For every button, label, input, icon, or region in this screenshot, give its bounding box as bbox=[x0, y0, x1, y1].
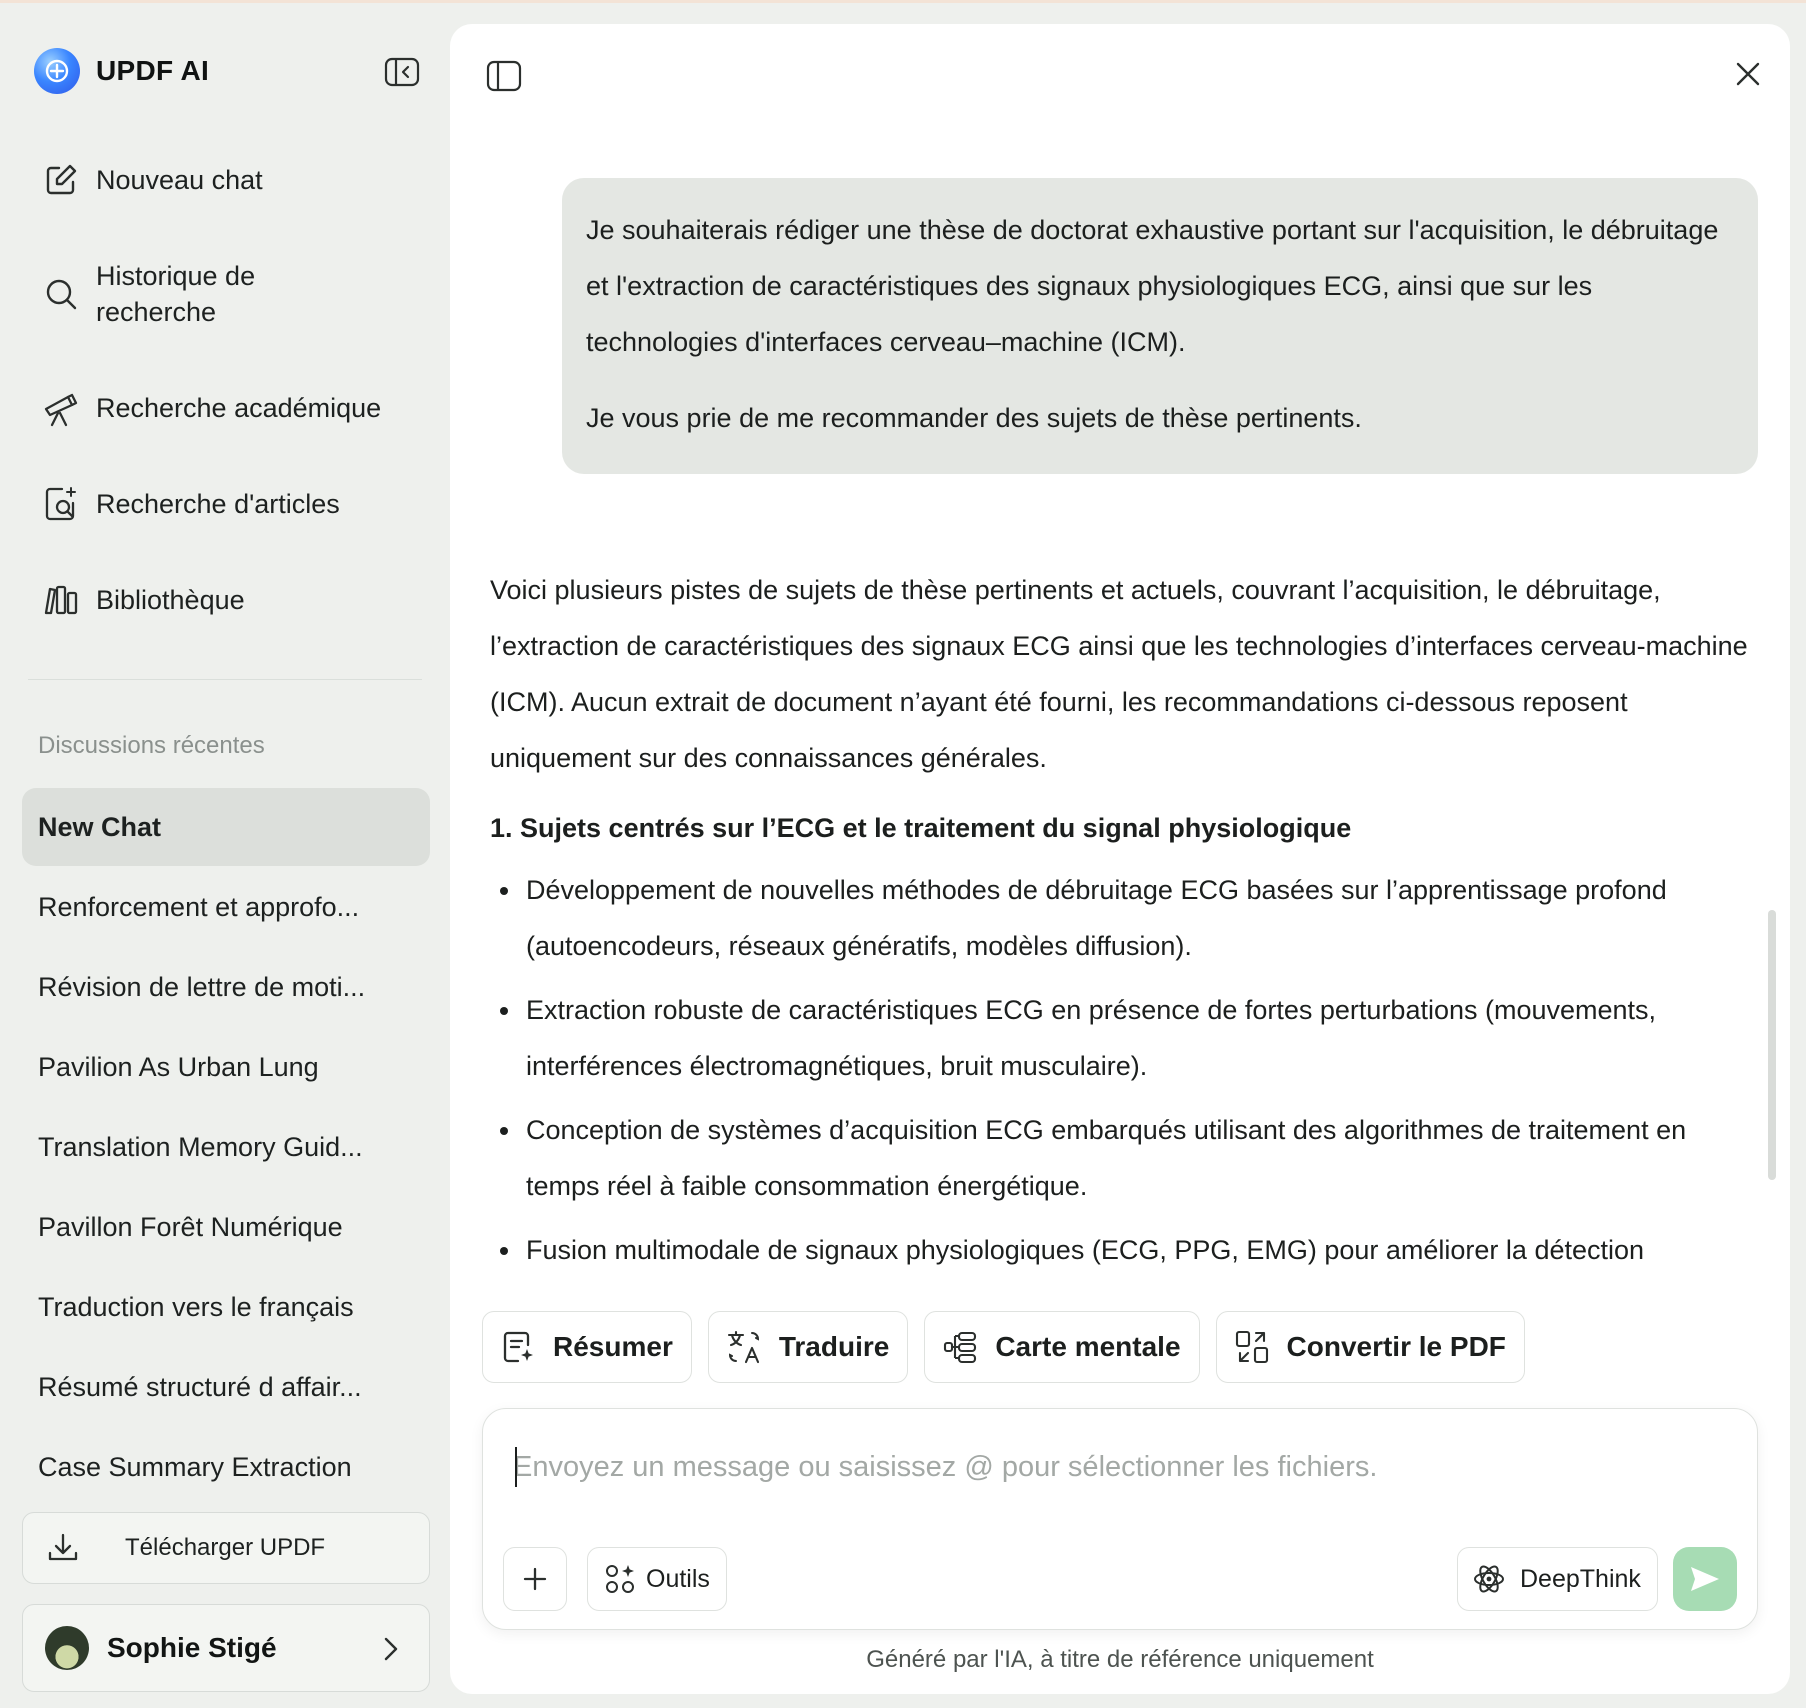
nav-article-search[interactable]: Recherche d'articles bbox=[42, 485, 340, 523]
chip-label: Convertir le PDF bbox=[1286, 1331, 1506, 1362]
document-search-icon bbox=[42, 485, 80, 523]
nav-label: Recherche académique bbox=[96, 393, 382, 423]
nav-search-history[interactable]: Historique de recherche bbox=[42, 258, 255, 330]
app-window: UPDF AI Nouveau chat Historique de reche… bbox=[0, 0, 1806, 1708]
recent-chat-item[interactable]: Translation Memory Guid... bbox=[22, 1108, 430, 1186]
download-updf-button[interactable]: Télécharger UPDF bbox=[22, 1512, 430, 1584]
mindmap-button[interactable]: Carte mentale bbox=[924, 1311, 1200, 1383]
recent-chat-item[interactable]: Résumé structuré d affair... bbox=[22, 1348, 430, 1426]
user-message-bubble: Je souhaiterais rédiger une thèse de doc… bbox=[562, 178, 1758, 474]
recent-chat-item[interactable]: Case Summary Extraction bbox=[22, 1428, 430, 1506]
user-message-paragraph: Je vous prie de me recommander des sujet… bbox=[586, 403, 1362, 433]
sidebar-toggle-icon bbox=[486, 60, 522, 92]
answer-bullet: Développement de nouvelles méthodes de d… bbox=[490, 862, 1760, 974]
answer-heading: 1. Sujets centrés sur l’ECG et le traite… bbox=[490, 813, 1352, 843]
send-button[interactable] bbox=[1673, 1547, 1737, 1611]
chat-panel: Je souhaiterais rédiger une thèse de doc… bbox=[450, 24, 1790, 1694]
nav-label: Nouveau chat bbox=[96, 165, 263, 195]
answer-bullet: Fusion multimodale de signaux physiologi… bbox=[490, 1222, 1760, 1278]
chat-scrollbar[interactable] bbox=[1768, 910, 1776, 1180]
answer-bullet: Extraction robuste de caractéristiques E… bbox=[490, 982, 1760, 1094]
download-label: Télécharger UPDF bbox=[125, 1534, 326, 1561]
nav-label-multiline: Historique de recherche bbox=[96, 258, 255, 330]
user-name: Sophie Stigé bbox=[107, 1632, 277, 1663]
recent-chat-item[interactable]: New Chat bbox=[22, 788, 430, 866]
ai-disclaimer: Généré par l'IA, à titre de référence un… bbox=[866, 1646, 1374, 1673]
answer-intro: Voici plusieurs pistes de sujets de thès… bbox=[490, 575, 1748, 773]
chip-label: Carte mentale bbox=[995, 1331, 1181, 1362]
nav-label: Recherche d'articles bbox=[96, 489, 340, 519]
atom-icon bbox=[1472, 1562, 1506, 1596]
send-icon bbox=[1691, 1567, 1719, 1591]
assistant-answer: Voici plusieurs pistes de sujets de thès… bbox=[490, 562, 1760, 1286]
convert-pdf-button[interactable]: Convertir le PDF bbox=[1215, 1311, 1525, 1383]
app-name: UPDF AI bbox=[96, 55, 210, 86]
chip-label: Traduire bbox=[778, 1331, 890, 1362]
mindmap-icon bbox=[941, 1328, 979, 1366]
message-composer: Outils DeepThink bbox=[482, 1408, 1758, 1630]
recent-chat-item[interactable]: Pavillon Forêt Numérique bbox=[22, 1188, 430, 1266]
quick-actions: Résumer Traduire Carte mentale Convertir… bbox=[482, 1311, 1525, 1383]
recent-chat-item[interactable]: Pavilion As Urban Lung bbox=[22, 1028, 430, 1106]
plus-icon bbox=[523, 1567, 547, 1591]
chevron-right-icon bbox=[379, 1635, 403, 1663]
recent-chat-item[interactable]: Traduction vers le français bbox=[22, 1268, 430, 1346]
user-profile-card[interactable]: Sophie Stigé bbox=[22, 1604, 430, 1692]
attach-button[interactable] bbox=[503, 1547, 567, 1611]
nav-label-line: Historique de bbox=[96, 261, 256, 291]
deepthink-label: DeepThink bbox=[1520, 1564, 1641, 1593]
brand: UPDF AI bbox=[34, 48, 209, 94]
text-caret bbox=[515, 1447, 517, 1487]
sidebar-divider bbox=[28, 679, 422, 680]
telescope-icon bbox=[42, 389, 80, 427]
nav-label: Bibliothèque bbox=[96, 585, 245, 615]
download-icon bbox=[43, 1528, 83, 1568]
updf-logo-icon bbox=[34, 48, 80, 94]
recent-discussions-title: Discussions récentes bbox=[38, 732, 265, 759]
search-icon bbox=[42, 275, 80, 313]
recent-chat-item[interactable]: Renforcement et approfo... bbox=[22, 868, 430, 946]
tools-label: Outils bbox=[646, 1564, 710, 1593]
collapse-sidebar-button[interactable] bbox=[384, 56, 420, 88]
sidebar: UPDF AI Nouveau chat Historique de reche… bbox=[0, 0, 450, 1708]
convert-icon bbox=[1233, 1328, 1271, 1366]
tools-grid-icon bbox=[604, 1563, 636, 1595]
summarize-button[interactable]: Résumer bbox=[482, 1311, 692, 1383]
deepthink-button[interactable]: DeepThink bbox=[1457, 1547, 1658, 1611]
nav-new-chat[interactable]: Nouveau chat bbox=[42, 161, 263, 199]
avatar bbox=[45, 1626, 89, 1670]
user-message-paragraph: Je souhaiterais rédiger une thèse de doc… bbox=[586, 215, 1719, 357]
nav-academic-search[interactable]: Recherche académique bbox=[42, 389, 381, 427]
new-chat-icon bbox=[42, 161, 80, 199]
translate-icon bbox=[725, 1328, 763, 1366]
tools-button[interactable]: Outils bbox=[587, 1547, 727, 1611]
answer-bullet: Conception de systèmes d’acquisition ECG… bbox=[490, 1102, 1760, 1214]
chip-label: Résumer bbox=[553, 1331, 673, 1362]
message-input[interactable] bbox=[513, 1445, 1713, 1489]
summarize-icon bbox=[499, 1328, 537, 1366]
translate-button[interactable]: Traduire bbox=[707, 1311, 909, 1383]
answer-bullet-list: Développement de nouvelles méthodes de d… bbox=[490, 862, 1760, 1278]
nav-label-line: recherche bbox=[96, 297, 217, 327]
recent-chat-item[interactable]: Révision de lettre de moti... bbox=[22, 948, 430, 1026]
close-button[interactable] bbox=[1728, 54, 1768, 94]
nav-library[interactable]: Bibliothèque bbox=[42, 581, 245, 619]
library-icon bbox=[42, 581, 80, 619]
close-icon bbox=[1736, 62, 1760, 86]
toggle-sidebar-button[interactable] bbox=[484, 56, 524, 96]
sidebar-collapse-icon bbox=[384, 57, 420, 87]
